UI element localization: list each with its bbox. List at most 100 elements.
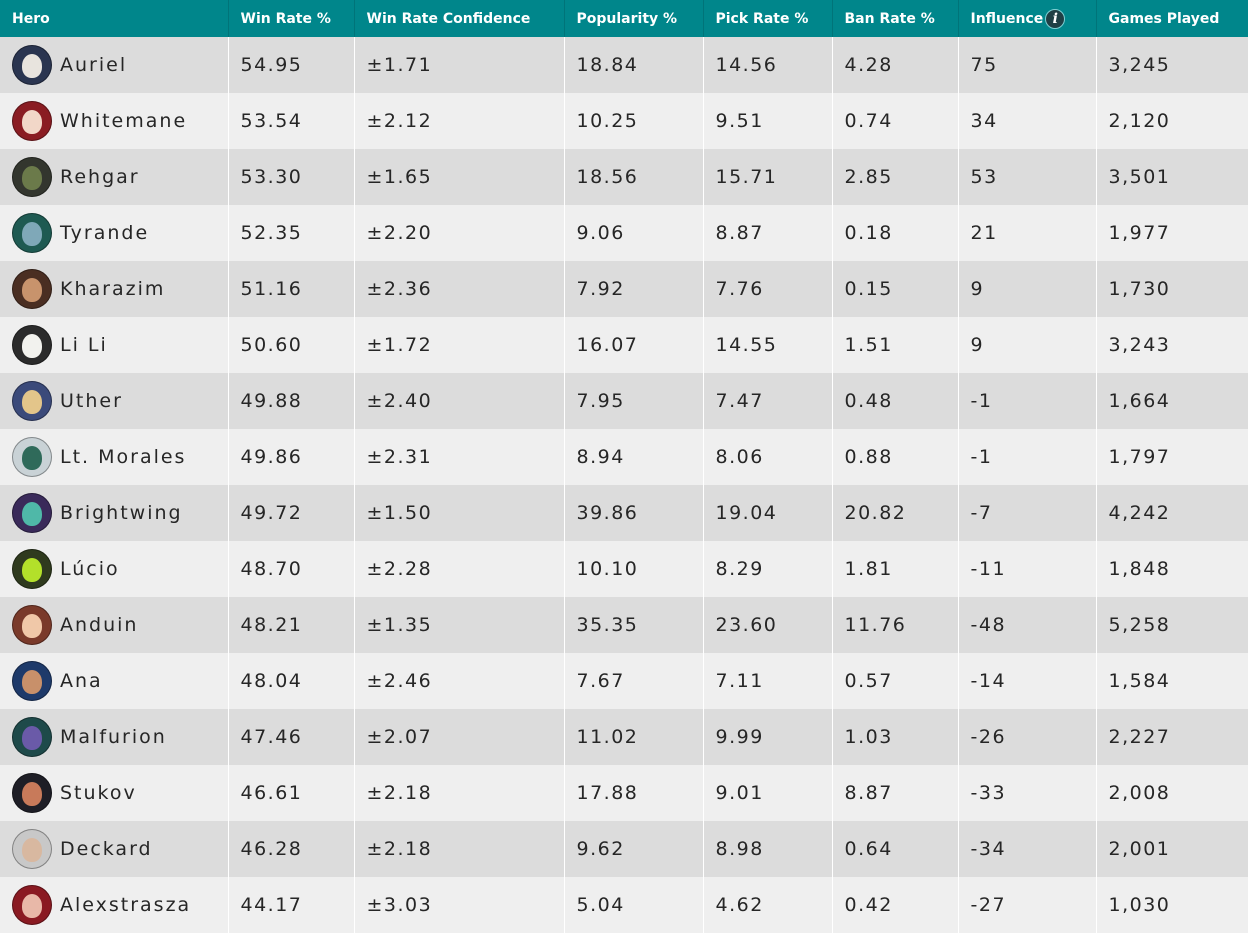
cell-hero[interactable]: Malfurion xyxy=(0,709,229,765)
table-row[interactable]: Lt. Morales 49.86 ±2.31 8.94 8.06 0.88 -1 1,797 xyxy=(0,429,1248,485)
table-row[interactable]: Li Li 50.60 ±1.72 16.07 14.55 1.51 9 3,243 xyxy=(0,317,1248,373)
header-win-rate[interactable]: Win Rate % xyxy=(228,0,355,37)
hero-name[interactable]: Tyrande xyxy=(60,222,149,244)
header-hero[interactable]: Hero xyxy=(0,0,229,37)
cell-games-played: 1,797 xyxy=(1108,446,1171,468)
cell-pick-rate: 9.99 xyxy=(703,709,833,765)
header-influence[interactable]: Influence i xyxy=(958,0,1097,37)
cell-games-played: 2,227 xyxy=(1108,726,1171,748)
cell-hero[interactable]: Whitemane xyxy=(0,93,229,149)
cell-popularity: 16.07 xyxy=(564,317,704,373)
cell-pick-rate: 9.51 xyxy=(703,93,833,149)
info-icon[interactable]: i xyxy=(1045,8,1066,29)
cell-pick-rate: 14.56 xyxy=(703,37,833,93)
cell-games-played: 1,664 xyxy=(1108,390,1171,412)
table-body: Auriel 54.95 ±1.71 18.84 14.56 4.28 75 3,245 Whi… xyxy=(0,37,1248,933)
table-row[interactable]: Alexstrasza 44.17 ±3.03 5.04 4.62 0.42 -27 1,03… xyxy=(0,877,1248,933)
hero-name[interactable]: Whitemane xyxy=(60,110,187,132)
hero-portrait-face xyxy=(22,446,42,470)
cell-win-rate: 47.46 xyxy=(228,709,355,765)
hero-name[interactable]: Malfurion xyxy=(60,726,167,748)
table-row[interactable]: Rehgar 53.30 ±1.65 18.56 15.71 2.85 53 3,501 xyxy=(0,149,1248,205)
cell-hero[interactable]: Rehgar xyxy=(0,149,229,205)
hero-portrait-icon xyxy=(12,101,52,141)
hero-portrait-icon xyxy=(12,45,52,85)
cell-hero[interactable]: Auriel xyxy=(0,37,229,93)
hero-name[interactable]: Li Li xyxy=(60,334,108,356)
table-row[interactable]: Deckard 46.28 ±2.18 9.62 8.98 0.64 -34 2,001 xyxy=(0,821,1248,877)
cell-hero[interactable]: Li Li xyxy=(0,317,229,373)
header-popularity[interactable]: Popularity % xyxy=(564,0,704,37)
table-row[interactable]: Tyrande 52.35 ±2.20 9.06 8.87 0.18 21 1,977 xyxy=(0,205,1248,261)
cell-hero[interactable]: Uther xyxy=(0,373,229,429)
hero-portrait-face xyxy=(22,502,42,526)
cell-hero[interactable]: Deckard xyxy=(0,821,229,877)
cell-hero[interactable]: Lúcio xyxy=(0,541,229,597)
cell-win-rate: 44.17 xyxy=(228,877,355,933)
table-row[interactable]: Stukov 46.61 ±2.18 17.88 9.01 8.87 -33 2,008 xyxy=(0,765,1248,821)
hero-stats-table: Hero Win Rate % Win Rate Confidence Popu… xyxy=(0,0,1248,933)
table-row[interactable]: Brightwing 49.72 ±1.50 39.86 19.04 20.82 -7 4,2… xyxy=(0,485,1248,541)
table-row[interactable]: Whitemane 53.54 ±2.12 10.25 9.51 0.74 34 2,120 xyxy=(0,93,1248,149)
cell-pick-rate: 8.98 xyxy=(703,821,833,877)
cell-pick-rate: 7.47 xyxy=(703,373,833,429)
table-row[interactable]: Uther 49.88 ±2.40 7.95 7.47 0.48 -1 1,664 xyxy=(0,373,1248,429)
header-ban-rate[interactable]: Ban Rate % xyxy=(832,0,959,37)
cell-pick-rate: 8.87 xyxy=(703,205,833,261)
hero-name[interactable]: Brightwing xyxy=(60,502,183,524)
cell-hero[interactable]: Kharazim xyxy=(0,261,229,317)
header-win-rate-confidence[interactable]: Win Rate Confidence xyxy=(354,0,565,37)
cell-hero[interactable]: Lt. Morales xyxy=(0,429,229,485)
hero-portrait-face xyxy=(22,54,42,78)
hero-name[interactable]: Lúcio xyxy=(60,558,120,580)
cell-win-rate: 48.04 xyxy=(228,653,355,709)
hero-name[interactable]: Stukov xyxy=(60,782,137,804)
hero-name[interactable]: Ana xyxy=(60,670,103,692)
hero-cell: Uther xyxy=(12,373,228,429)
hero-name[interactable]: Lt. Morales xyxy=(60,446,186,468)
cell-influence: 75 xyxy=(958,37,1097,93)
cell-win-rate: 49.86 xyxy=(228,429,355,485)
table-row[interactable]: Anduin 48.21 ±1.35 35.35 23.60 11.76 -48 5,258 xyxy=(0,597,1248,653)
hero-portrait-icon xyxy=(12,717,52,757)
cell-hero[interactable]: Anduin xyxy=(0,597,229,653)
table-row[interactable]: Ana 48.04 ±2.46 7.67 7.11 0.57 -14 1,584 xyxy=(0,653,1248,709)
cell-win-rate: 53.30 xyxy=(228,149,355,205)
hero-name[interactable]: Uther xyxy=(60,390,123,412)
cell-ban-rate: 0.18 xyxy=(832,205,959,261)
cell-popularity: 7.95 xyxy=(564,373,704,429)
hero-portrait-icon xyxy=(12,605,52,645)
hero-name[interactable]: Anduin xyxy=(60,614,138,636)
hero-portrait-face xyxy=(22,894,42,918)
cell-influence: 34 xyxy=(958,93,1097,149)
hero-portrait-icon xyxy=(12,157,52,197)
cell-win-rate: 50.60 xyxy=(228,317,355,373)
cell-influence: -7 xyxy=(958,485,1097,541)
cell-win-rate-confidence: ±3.03 xyxy=(354,877,565,933)
table-row[interactable]: Lúcio 48.70 ±2.28 10.10 8.29 1.81 -11 1,848 xyxy=(0,541,1248,597)
cell-popularity: 11.02 xyxy=(564,709,704,765)
hero-name[interactable]: Kharazim xyxy=(60,278,165,300)
hero-name[interactable]: Alexstrasza xyxy=(60,894,191,916)
cell-popularity: 35.35 xyxy=(564,597,704,653)
table-row[interactable]: Auriel 54.95 ±1.71 18.84 14.56 4.28 75 3,245 xyxy=(0,37,1248,93)
table-row[interactable]: Malfurion 47.46 ±2.07 11.02 9.99 1.03 -26 2,227 xyxy=(0,709,1248,765)
cell-hero[interactable]: Alexstrasza xyxy=(0,877,229,933)
hero-name[interactable]: Rehgar xyxy=(60,166,140,188)
hero-portrait-icon xyxy=(12,381,52,421)
cell-win-rate-confidence: ±2.20 xyxy=(354,205,565,261)
cell-hero[interactable]: Brightwing xyxy=(0,485,229,541)
cell-win-rate-confidence: ±1.71 xyxy=(354,37,565,93)
hero-name[interactable]: Auriel xyxy=(60,54,127,76)
cell-games-played: 5,258 xyxy=(1108,614,1171,636)
hero-name[interactable]: Deckard xyxy=(60,838,153,860)
cell-hero[interactable]: Ana xyxy=(0,653,229,709)
cell-influence: 21 xyxy=(958,205,1097,261)
header-games-played[interactable]: Games Played xyxy=(1096,0,1248,37)
cell-hero[interactable]: Stukov xyxy=(0,765,229,821)
cell-hero[interactable]: Tyrande xyxy=(0,205,229,261)
hero-portrait-face xyxy=(22,390,42,414)
hero-cell: Li Li xyxy=(12,317,228,373)
table-row[interactable]: Kharazim 51.16 ±2.36 7.92 7.76 0.15 9 1,730 xyxy=(0,261,1248,317)
header-pick-rate[interactable]: Pick Rate % xyxy=(703,0,833,37)
